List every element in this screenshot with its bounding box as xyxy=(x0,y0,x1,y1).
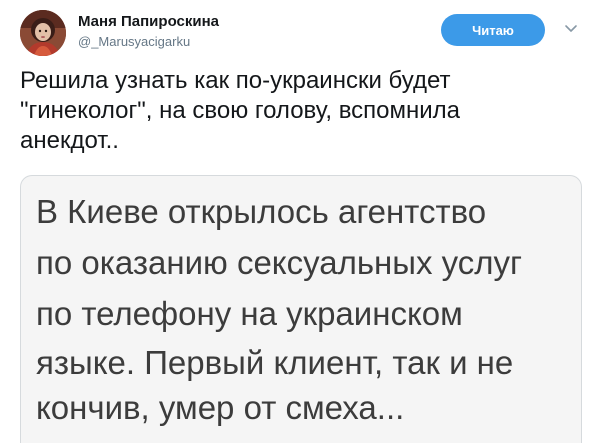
author-handle[interactable]: @_Marusyacigarku xyxy=(78,33,219,51)
media-text-line: кончив, умер от смеха... xyxy=(36,389,405,426)
media-text-line: по оказанию сексуальных услуг xyxy=(36,244,523,281)
tweet-media-image[interactable]: В Киеве открылось агентство по оказанию … xyxy=(20,175,582,443)
author-display-name[interactable]: Маня Папироскина xyxy=(78,12,219,32)
tweet-card: Маня Папироскина @_Marusyacigarku Читаю … xyxy=(0,0,600,443)
author-info: Маня Папироскина @_Marusyacigarku xyxy=(78,12,219,51)
follow-button[interactable]: Читаю xyxy=(441,14,545,46)
tweet-text: Решила узнать как по-украински будет "ги… xyxy=(20,67,461,154)
chevron-down-icon[interactable] xyxy=(563,20,579,36)
avatar-image xyxy=(20,10,66,56)
avatar[interactable] xyxy=(20,10,66,56)
media-text-line: по телефону на украинском xyxy=(36,295,463,332)
media-text-line: языке. Первый клиент, так и не xyxy=(36,344,514,381)
media-text-line: В Киеве открылось агентство xyxy=(36,193,487,230)
